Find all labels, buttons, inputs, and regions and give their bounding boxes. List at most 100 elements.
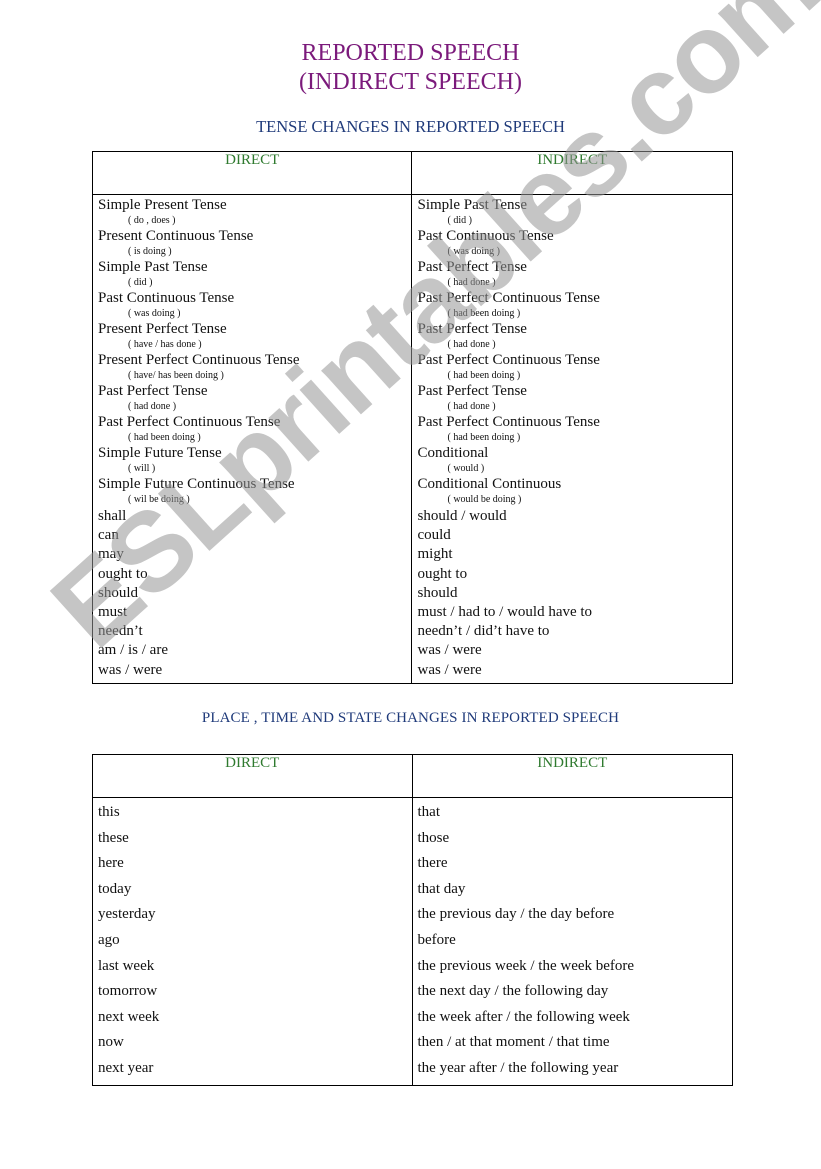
list-item: then / at that moment / that time bbox=[417, 1034, 610, 1051]
table-header-row: DIRECT INDIRECT bbox=[91, 151, 733, 195]
column-header-direct: DIRECT bbox=[92, 754, 413, 798]
list-item: the week after / the following week bbox=[417, 1008, 630, 1025]
tense-form: ( had been doing ) bbox=[447, 432, 521, 443]
list-item: last week bbox=[98, 957, 155, 974]
tense-name: Simple Present Tense bbox=[98, 197, 227, 213]
tense-entry: Simple Future Continuous Tense ( wil be d… bbox=[98, 476, 406, 507]
tense-name: Past Perfect Continuous Tense bbox=[417, 290, 600, 306]
tense-name: Past Perfect Tense bbox=[98, 383, 208, 399]
tense-form: ( do , does ) bbox=[128, 215, 176, 226]
list-item: here bbox=[98, 855, 124, 872]
tense-entry: Past Perfect Tense ( had done ) bbox=[98, 383, 406, 414]
tense-entry: Conditional Continuous ( would be doing ) bbox=[417, 476, 727, 507]
list-item: that day bbox=[417, 880, 466, 897]
tense-form: ( wil be doing ) bbox=[128, 494, 190, 505]
modal-item: was / were bbox=[417, 642, 482, 659]
tense-name: Simple Future Continuous Tense bbox=[98, 476, 295, 492]
tense-form: ( had been doing ) bbox=[447, 308, 521, 319]
list-item: yesterday bbox=[98, 906, 156, 923]
tense-form: ( would be doing ) bbox=[447, 494, 522, 505]
modal-item: may bbox=[98, 546, 124, 563]
list-item: the next day / the following day bbox=[417, 983, 609, 1000]
modal-item: should bbox=[98, 584, 139, 601]
tense-entry: Past Perfect Tense ( had done ) bbox=[417, 383, 727, 414]
tense-form: ( have / has done ) bbox=[128, 339, 202, 350]
tense-name: Simple Past Tense bbox=[98, 259, 208, 275]
tense-form: ( will ) bbox=[128, 463, 156, 474]
tense-name: Past Continuous Tense bbox=[417, 228, 554, 244]
modal-item: must bbox=[98, 604, 128, 621]
list-item: there bbox=[417, 855, 448, 872]
tense-changes-table: DIRECT INDIRECT Simple Present Tense ( do… bbox=[91, 151, 733, 684]
tense-name: Present Continuous Tense bbox=[98, 228, 254, 244]
table-header-row: DIRECT INDIRECT bbox=[92, 754, 733, 798]
list-item: that bbox=[417, 804, 441, 820]
modal-item: can bbox=[98, 527, 119, 544]
list-item: this bbox=[98, 804, 120, 820]
tense-entry: Past Perfect Tense ( had done ) bbox=[417, 321, 727, 352]
tense-name: Past Perfect Continuous Tense bbox=[417, 352, 600, 368]
tense-form: ( had done ) bbox=[447, 401, 496, 412]
direct-column: Simple Present Tense ( do , does ) Present… bbox=[91, 194, 413, 684]
modal-item: ought to bbox=[417, 565, 468, 582]
tense-form: ( would ) bbox=[447, 463, 485, 474]
list-item: these bbox=[98, 829, 129, 846]
tense-name: Past Perfect Tense bbox=[417, 383, 527, 399]
place-time-changes-table: DIRECT INDIRECT this these here today yester… bbox=[92, 754, 733, 1086]
tense-name: Past Perfect Tense bbox=[417, 259, 527, 275]
tense-entry: Past Continuous Tense ( was doing ) bbox=[98, 290, 406, 321]
list-item: ago bbox=[98, 931, 120, 948]
tense-form: ( had done ) bbox=[447, 277, 496, 288]
tense-form: ( is doing ) bbox=[128, 246, 172, 257]
tense-name: Present Perfect Tense bbox=[98, 321, 227, 337]
list-item: next year bbox=[98, 1059, 154, 1076]
tense-entry: Past Perfect Continuous Tense ( had been … bbox=[417, 352, 727, 383]
tense-name: Past Continuous Tense bbox=[98, 290, 235, 306]
list-item: tomorrow bbox=[98, 983, 158, 1000]
page-title: REPORTED SPEECH bbox=[301, 40, 520, 66]
tense-entry: Conditional ( would ) bbox=[417, 445, 727, 476]
modal-item: needn’t / did’t have to bbox=[417, 623, 550, 640]
tense-section-heading: TENSE CHANGES IN REPORTED SPEECH bbox=[256, 117, 565, 136]
tense-name: Simple Past Tense bbox=[417, 197, 527, 213]
column-header-indirect: INDIRECT bbox=[411, 151, 733, 195]
tense-entry: Simple Present Tense ( do , does ) bbox=[98, 197, 406, 228]
tense-name: Conditional Continuous bbox=[417, 476, 562, 492]
tense-form: ( was doing ) bbox=[447, 246, 500, 257]
tense-form: ( was doing ) bbox=[128, 308, 181, 319]
tense-entry: Present Continuous Tense ( is doing ) bbox=[98, 228, 406, 259]
column-header-indirect: INDIRECT bbox=[411, 754, 733, 798]
tense-entry: Simple Past Tense ( did ) bbox=[98, 259, 406, 290]
tense-name: Past Perfect Continuous Tense bbox=[98, 414, 281, 430]
modal-item: was / were bbox=[98, 661, 163, 678]
list-item: those bbox=[417, 829, 450, 846]
tense-entry: Past Perfect Tense ( had done ) bbox=[417, 259, 727, 290]
tense-entry: Simple Past Tense ( did ) bbox=[417, 197, 727, 228]
modal-item: am / is / are bbox=[98, 642, 168, 659]
tense-entry: Past Perfect Continuous Tense ( had been … bbox=[417, 414, 727, 445]
tense-name: Present Perfect Continuous Tense bbox=[98, 352, 300, 368]
list-item: now bbox=[98, 1034, 124, 1051]
direct-column: this these here today yesterday ago last week t… bbox=[92, 797, 413, 1086]
modal-item: should bbox=[417, 584, 458, 601]
tense-entry: Present Perfect Tense ( have / has done ) bbox=[98, 321, 406, 352]
tense-form: ( have/ has been doing ) bbox=[128, 370, 224, 381]
tense-entry: Simple Future Tense ( will ) bbox=[98, 445, 406, 476]
list-item: before bbox=[417, 931, 456, 948]
modal-item: shall bbox=[98, 508, 127, 524]
list-item: next week bbox=[98, 1008, 160, 1025]
list-item: the previous week / the week before bbox=[417, 957, 635, 974]
tense-form: ( did ) bbox=[447, 215, 472, 226]
tense-entry: Past Perfect Continuous Tense ( had been … bbox=[98, 414, 406, 445]
tense-name: Past Perfect Tense bbox=[417, 321, 527, 337]
modal-item: might bbox=[417, 546, 453, 563]
list-item: today bbox=[98, 880, 132, 897]
table-body-row: Simple Present Tense ( do , does ) Present… bbox=[91, 194, 733, 684]
modal-item: should / would bbox=[417, 508, 507, 524]
indirect-column: that those there that day the previous day /… bbox=[411, 797, 733, 1086]
tense-name: Simple Future Tense bbox=[98, 445, 222, 461]
table-body-row: this these here today yesterday ago last week t… bbox=[92, 797, 733, 1086]
list-item: the previous day / the day before bbox=[417, 906, 615, 923]
tense-form: ( had done ) bbox=[128, 401, 177, 412]
tense-name: Conditional bbox=[417, 445, 489, 461]
